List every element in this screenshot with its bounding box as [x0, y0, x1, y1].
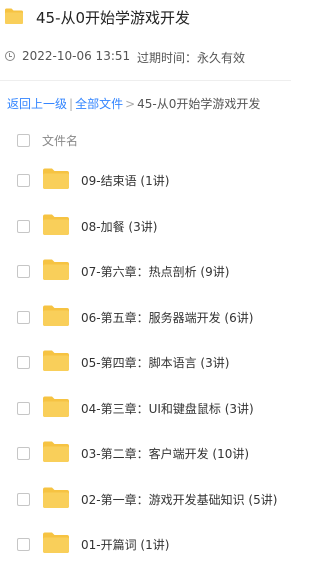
folder-name[interactable]: 02-第一章：游戏开发基础知识 (5讲)	[81, 491, 277, 508]
folder-icon	[42, 213, 70, 240]
folder-icon	[42, 486, 70, 513]
share-meta: 2022-10-06 13:51 过期时间：永久有效	[0, 37, 291, 77]
page-header: 45-从0开始学游戏开发	[0, 0, 291, 37]
clock-icon	[5, 51, 15, 61]
breadcrumb-current: 45-从0开始学游戏开发	[137, 97, 261, 111]
file-list-header: 文件名	[0, 128, 291, 153]
folder-name[interactable]: 08-加餐 (3讲)	[81, 218, 157, 235]
folder-row[interactable]: 04-第三章：UI和键盘鼠标 (3讲)	[0, 383, 291, 429]
folder-row[interactable]: 01-开篇词 (1讲)	[0, 519, 291, 565]
folder-name[interactable]: 09-结束语 (1讲)	[81, 172, 169, 189]
row-checkbox[interactable]	[17, 401, 30, 415]
folder-icon	[4, 7, 24, 29]
folder-icon	[42, 349, 70, 376]
row-checkbox[interactable]	[17, 356, 30, 369]
breadcrumb-divider: |	[69, 97, 74, 111]
folder-name[interactable]: 03-第二章：客户端开发 (10讲)	[81, 445, 249, 462]
file-list: 09-结束语 (1讲) 08-加餐 (3讲) 07-第六章：热点剖析 (9讲) …	[0, 155, 291, 565]
filename-column-label: 文件名	[42, 134, 79, 148]
expire-info: 过期时间：永久有效	[137, 51, 246, 65]
folder-icon	[42, 258, 70, 285]
back-link[interactable]: 返回上一级	[7, 97, 67, 111]
row-checkbox[interactable]	[17, 219, 30, 233]
breadcrumb-arrow: >	[125, 97, 136, 111]
row-checkbox[interactable]	[17, 310, 30, 324]
folder-row[interactable]: 02-第一章：游戏开发基础知识 (5讲)	[0, 474, 291, 520]
row-checkbox[interactable]	[17, 265, 30, 278]
all-files-link[interactable]: 全部文件	[75, 97, 123, 111]
folder-name[interactable]: 05-第四章：脚本语言 (3讲)	[81, 354, 229, 371]
folder-row[interactable]: 09-结束语 (1讲)	[0, 155, 291, 201]
folder-row[interactable]: 07-第六章：热点剖析 (9讲)	[0, 246, 291, 292]
divider	[0, 80, 291, 81]
folder-row[interactable]: 05-第四章：脚本语言 (3讲)	[0, 337, 291, 383]
folder-row[interactable]: 03-第二章：客户端开发 (10讲)	[0, 428, 291, 474]
breadcrumb: 返回上一级 | 全部文件 >45-从0开始学游戏开发	[7, 95, 260, 112]
folder-name[interactable]: 04-第三章：UI和键盘鼠标 (3讲)	[81, 400, 254, 417]
folder-name[interactable]: 06-第五章：服务器端开发 (6讲)	[81, 309, 253, 326]
row-checkbox[interactable]	[17, 538, 30, 551]
share-timestamp: 2022-10-06 13:51	[22, 49, 131, 63]
folder-name[interactable]: 01-开篇词 (1讲)	[81, 536, 169, 553]
folder-icon	[42, 531, 70, 558]
folder-row[interactable]: 08-加餐 (3讲)	[0, 201, 291, 247]
row-checkbox[interactable]	[17, 492, 30, 506]
page-title: 45-从0开始学游戏开发	[36, 9, 191, 27]
folder-icon	[42, 440, 70, 467]
folder-row[interactable]: 06-第五章：服务器端开发 (6讲)	[0, 292, 291, 338]
row-checkbox[interactable]	[17, 174, 30, 187]
folder-icon	[42, 395, 70, 422]
folder-icon	[42, 167, 70, 194]
row-checkbox[interactable]	[17, 447, 30, 460]
folder-icon	[42, 304, 70, 331]
select-all-checkbox[interactable]	[17, 134, 30, 147]
folder-name[interactable]: 07-第六章：热点剖析 (9讲)	[81, 263, 229, 280]
